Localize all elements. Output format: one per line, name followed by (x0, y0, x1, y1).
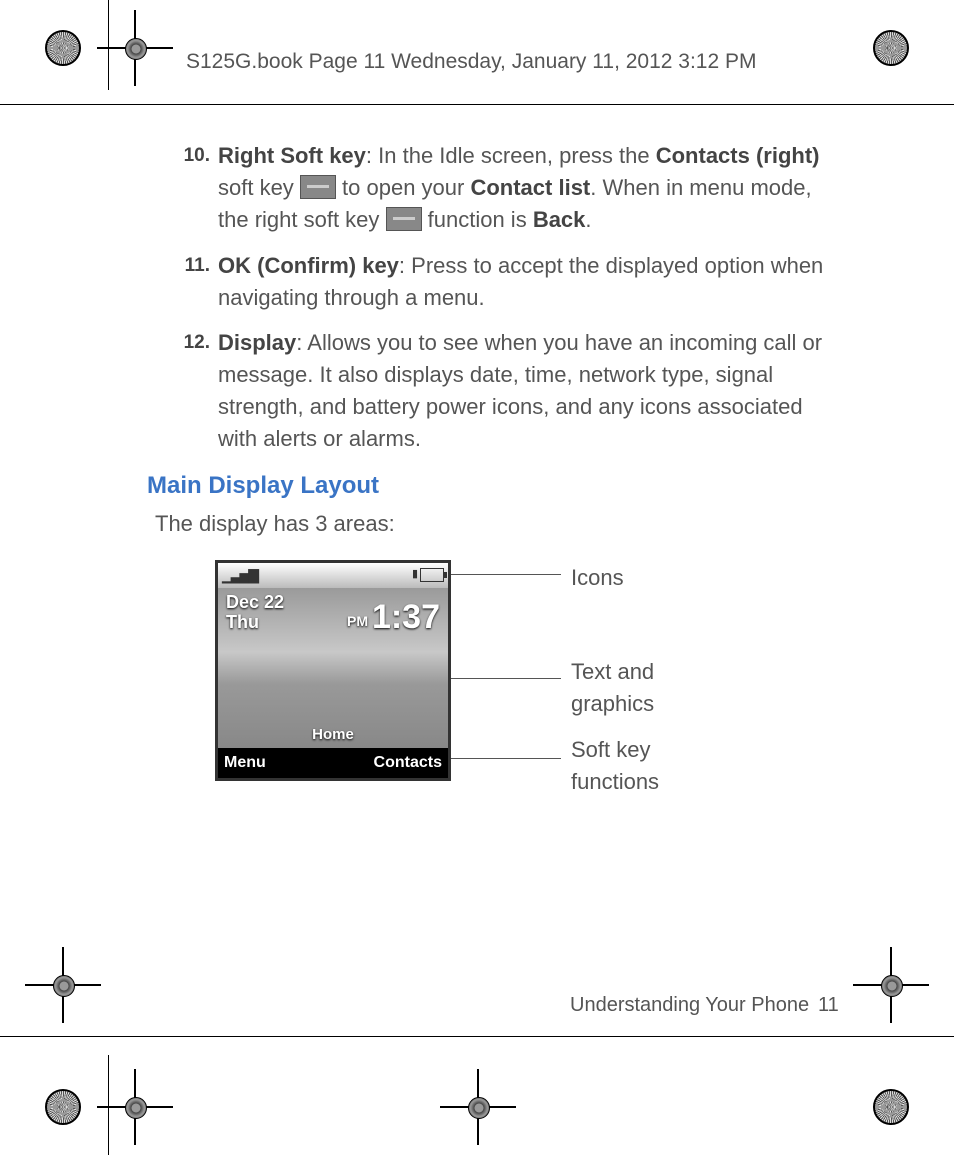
list-item: 10. Right Soft key: In the Idle screen, … (155, 140, 835, 236)
right-softkey-label: Contacts (374, 751, 442, 774)
bold-text: Back (533, 207, 586, 232)
list-item: 12. Display: Allows you to see when you … (155, 327, 835, 455)
crop-circle-icon (873, 1089, 909, 1125)
frame-line (108, 1055, 109, 1155)
phone-screen: ▁▃▅▇ ▮ Dec 22 Thu PM 1:37 Home Menu Cont… (215, 560, 451, 781)
registration-mark-icon (117, 1089, 153, 1125)
center-softkey-label: Home (218, 724, 448, 746)
registration-mark-icon (45, 967, 81, 1003)
item-number: 10. (155, 140, 218, 236)
section-intro: The display has 3 areas: (155, 508, 835, 540)
time-value: 1:37 (372, 593, 440, 642)
bold-text: Contacts (right) (656, 143, 820, 168)
footer-page-number: 11 (818, 994, 839, 1017)
registration-mark-icon (460, 1089, 496, 1125)
frame-line (0, 1036, 954, 1037)
registration-mark-icon (117, 30, 153, 66)
callout-icons: Icons (571, 562, 624, 594)
callout-line (451, 758, 561, 759)
item-text: Right Soft key: In the Idle screen, pres… (218, 140, 835, 236)
signal-icon: ▁▃▅▇ (222, 565, 257, 585)
registration-mark-icon (873, 967, 909, 1003)
callout-line (451, 678, 561, 679)
frame-line (0, 104, 954, 105)
callout-softkey-functions: Soft key functions (571, 734, 659, 798)
item-number: 11. (155, 250, 218, 314)
term-label: Display (218, 330, 296, 355)
callout-text-graphics: Text and graphics (571, 656, 654, 720)
display-diagram: ▁▃▅▇ ▮ Dec 22 Thu PM 1:37 Home Menu Cont… (215, 560, 835, 800)
term-label: OK (Confirm) key (218, 253, 399, 278)
softkey-bar: Menu Contacts (218, 748, 448, 778)
item-text: OK (Confirm) key: Press to accept the di… (218, 250, 835, 314)
section-heading: Main Display Layout (147, 469, 835, 504)
crop-circle-icon (873, 30, 909, 66)
soft-key-icon (300, 175, 336, 199)
phone-icon-bar: ▁▃▅▇ ▮ (218, 563, 448, 589)
header-slug: S125G.book Page 11 Wednesday, January 11… (186, 50, 757, 74)
callout-line (451, 574, 561, 575)
frame-line (108, 0, 109, 90)
footer-section-name: Understanding Your Phone (570, 994, 809, 1017)
crop-circle-icon (45, 1089, 81, 1125)
bold-text: Contact list (470, 175, 590, 200)
list-item: 11. OK (Confirm) key: Press to accept th… (155, 250, 835, 314)
left-softkey-label: Menu (224, 751, 266, 774)
page-content: 10. Right Soft key: In the Idle screen, … (155, 140, 835, 800)
battery-icon: ▮ (412, 567, 444, 583)
item-text: Display: Allows you to see when you have… (218, 327, 835, 455)
datetime-overlay: Dec 22 Thu PM 1:37 (226, 593, 440, 633)
item-number: 12. (155, 327, 218, 455)
crop-circle-icon (45, 30, 81, 66)
soft-key-icon (386, 207, 422, 231)
time-pm: PM (347, 611, 368, 631)
term-label: Right Soft key (218, 143, 366, 168)
